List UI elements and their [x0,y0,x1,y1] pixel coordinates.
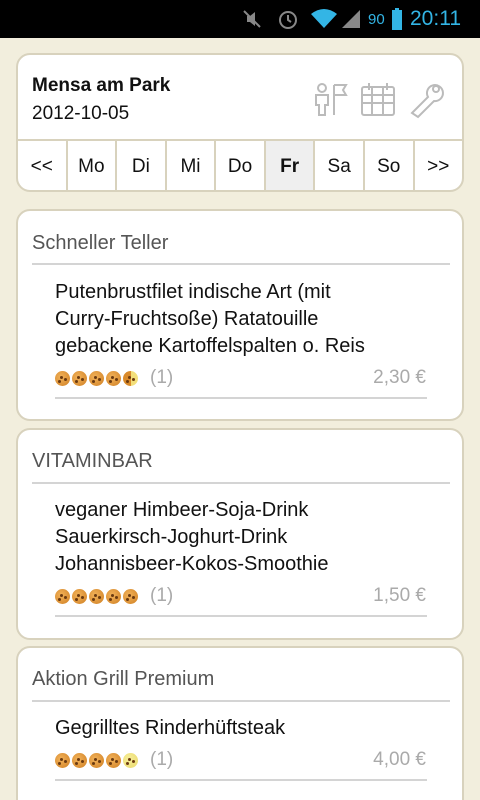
day-do[interactable]: Do [216,141,266,190]
alarm-icon [276,0,304,38]
divider [32,700,450,702]
rating-cookie-icon [55,752,70,768]
category-card: Schneller Teller Putenbrustfilet indisch… [16,209,464,421]
menu-item[interactable]: veganer Himbeer-Soja-Drink Sauerkirsch-J… [55,497,329,578]
rating-cookie-icon [106,588,121,604]
day-di[interactable]: Di [117,141,167,190]
menu-item[interactable]: Putenbrustfilet indische Art (mit Curry-… [55,279,365,360]
rating-cookie-icon [106,370,121,386]
menu-date: 2012-10-05 [32,103,130,124]
battery-percent: 90 [368,10,385,28]
rating-cookie-icon [72,588,87,604]
rating[interactable]: (1) [55,367,173,389]
day-sa[interactable]: Sa [315,141,365,190]
rating-cookie-icon [72,370,87,386]
price: 1,50 € [373,585,426,606]
clock: 20:11 [410,7,461,30]
rating[interactable]: (1) [55,749,173,771]
day-fr[interactable]: Fr [265,141,316,190]
settings-icon[interactable] [406,79,446,119]
dish-line: veganer Himbeer-Soja-Drink [55,499,309,521]
menu-item[interactable]: Gegrilltes Rinderhüftsteak [55,715,285,742]
rating-cookie-icon [55,588,70,604]
battery-icon [392,0,404,38]
calendar-icon[interactable] [358,79,398,119]
day-mo[interactable]: Mo [68,141,118,190]
mute-icon [240,0,268,38]
rating[interactable]: (1) [55,585,173,607]
rating-cookie-icon [89,588,104,604]
rating-half-cookie-icon [123,370,138,386]
category-title: Aktion Grill Premium [32,668,215,690]
header-card: Mensa am Park 2012-10-05 << Mo Di Mi Do … [16,53,464,192]
divider [32,263,450,265]
status-bar: 90 20:11 [0,0,480,38]
rating-cookie-icon [106,752,121,768]
rating-count: (1) [150,749,174,770]
dish-line: Curry-Fruchtsoße) Ratatouille [55,308,319,330]
day-so[interactable]: So [365,141,415,190]
signal-icon [340,0,364,38]
rating-count: (1) [150,585,174,606]
day-mi[interactable]: Mi [167,141,217,190]
rating-cookie-icon [89,370,104,386]
category-card: Aktion Grill Premium Gegrilltes Rinderhü… [16,646,464,800]
wifi-icon [310,0,340,38]
category-card: VITAMINBAR veganer Himbeer-Soja-Drink Sa… [16,428,464,640]
divider [55,779,427,781]
mensa-name[interactable]: Mensa am Park [32,75,170,97]
dish-line: Johannisbeer-Kokos-Smoothie [55,553,329,575]
rating-cookie-icon [72,752,87,768]
dish-line: Putenbrustfilet indische Art (mit [55,281,331,303]
rating-cookie-icon [55,370,70,386]
price: 4,00 € [373,749,426,770]
dish-line: gebackene Kartoffelspalten o. Reis [55,335,365,357]
divider [32,482,450,484]
price: 2,30 € [373,367,426,388]
rating-cookie-icon [89,752,104,768]
dish-line: Gegrilltes Rinderhüftsteak [55,717,286,739]
dish-line: Sauerkirsch-Joghurt-Drink [55,526,288,548]
rating-cookie-icon [123,588,138,604]
category-title: VITAMINBAR [32,450,153,472]
prev-week-button[interactable]: << [18,141,68,190]
category-title: Schneller Teller [32,232,169,254]
rating-count: (1) [150,367,174,388]
map-icon[interactable] [310,79,350,119]
next-week-button[interactable]: >> [415,141,463,190]
divider [55,615,427,617]
divider [55,397,427,399]
rating-empty-cookie-icon [123,752,138,768]
day-selector: << Mo Di Mi Do Fr Sa So >> [18,139,463,190]
